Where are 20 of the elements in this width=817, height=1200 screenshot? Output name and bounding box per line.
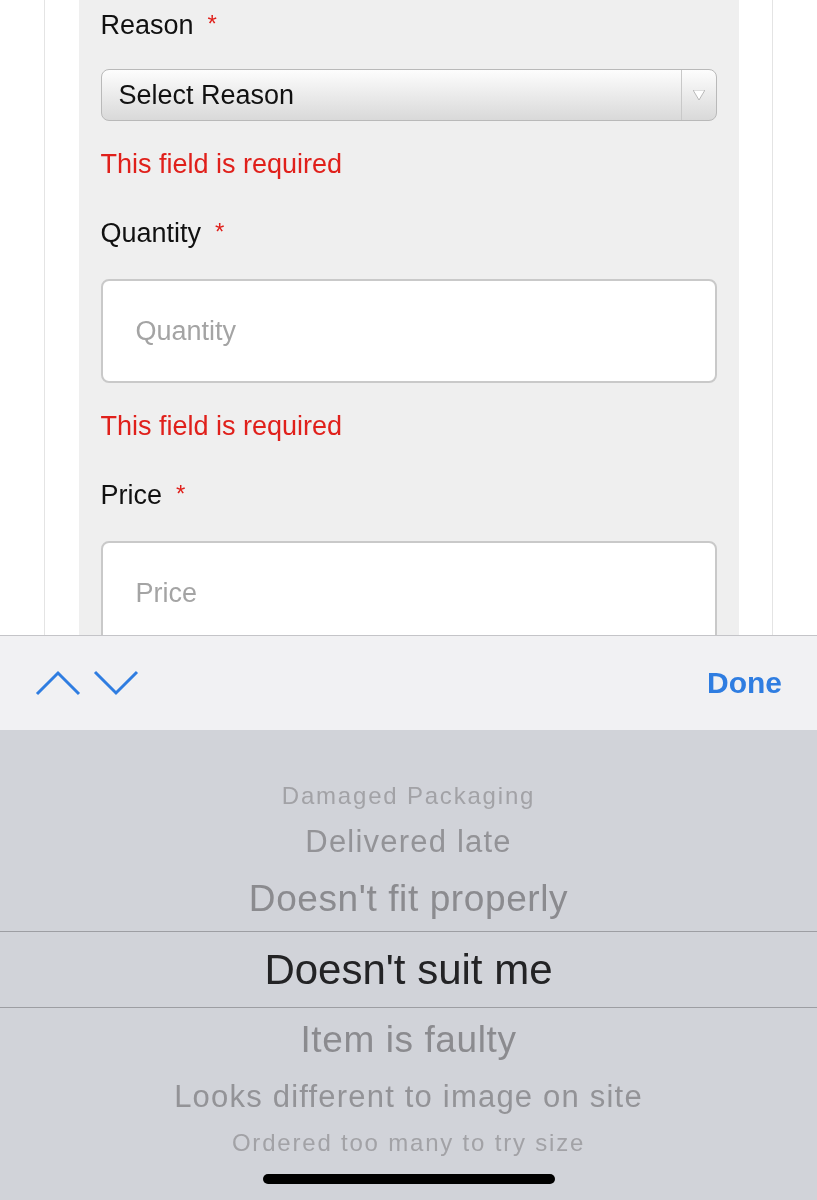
- text-field[interactable]: Price: [100, 541, 717, 635]
- picker-option[interactable]: Delivered late: [305, 824, 512, 860]
- error-message: This field is required: [100, 149, 344, 180]
- required-mark: *: [215, 218, 225, 247]
- field-label: Price: [100, 480, 162, 511]
- required-mark: *: [207, 10, 217, 39]
- picker-option[interactable]: Item is faulty: [300, 1019, 517, 1061]
- done-button[interactable]: Done: [707, 666, 782, 700]
- previous-button[interactable]: [35, 670, 81, 696]
- picker-option[interactable]: Doesn't suit me: [264, 945, 553, 994]
- text-field[interactable]: Quantity: [100, 279, 717, 383]
- next-button[interactable]: [93, 670, 139, 696]
- required-mark: *: [176, 480, 186, 509]
- picker-option[interactable]: Doesn't fit properly: [248, 878, 569, 920]
- reason-select[interactable]: Select Reason: [100, 69, 717, 121]
- field-label: Reason: [100, 10, 194, 41]
- picker-option[interactable]: Looks different to image on site: [174, 1079, 643, 1115]
- field-label: Quantity: [100, 218, 202, 249]
- dropdown-arrow-icon: [692, 90, 705, 100]
- error-message: This field is required: [100, 411, 344, 442]
